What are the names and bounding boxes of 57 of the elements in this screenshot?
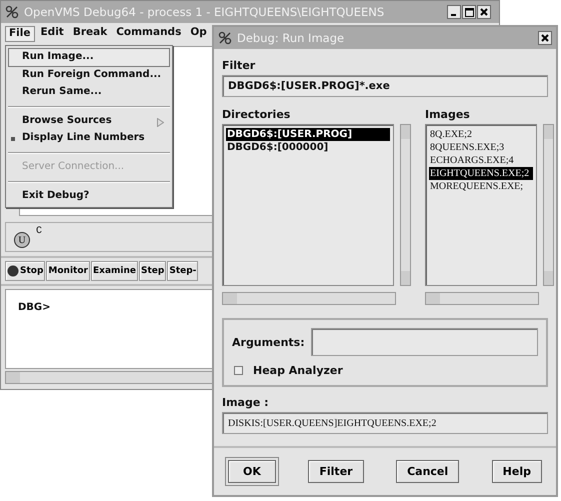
console-prompt: DBG> — [18, 302, 51, 313]
images-label: Images — [425, 108, 471, 121]
image-item[interactable]: 8Q.EXE;2 — [429, 128, 533, 141]
submenu-arrow-icon — [157, 118, 164, 127]
image-label: Image : — [222, 396, 270, 409]
close-button[interactable] — [477, 5, 491, 19]
dialog-button[interactable]: Help — [492, 460, 542, 483]
close-button[interactable] — [538, 31, 552, 45]
arguments-label: Arguments: — [232, 336, 305, 348]
image-item[interactable]: 8QUEENS.EXE;3 — [429, 141, 533, 154]
dialog-button[interactable]: Filter — [308, 460, 364, 483]
stop-icon — [7, 265, 19, 277]
dialog-title: Debug: Run Image — [237, 31, 346, 45]
directory-item[interactable]: DBGD6$:[000000] — [226, 141, 390, 154]
toolbar-button[interactable]: Monitor — [46, 261, 90, 281]
menu-entry[interactable]: Rerun Same... — [6, 84, 172, 101]
heap-analyzer-checkbox[interactable] — [234, 366, 243, 375]
menu-item[interactable]: File — [5, 26, 34, 42]
filter-field[interactable]: DBGD6$:[USER.PROG]*.exe — [222, 75, 548, 97]
image-field[interactable]: DISKIS:[USER.QUEENS]EIGHTQUEENS.EXE;2 — [222, 412, 548, 434]
minimize-button[interactable] — [447, 5, 461, 19]
menu-entry[interactable]: Run Foreign Command... — [6, 67, 172, 84]
maximize-button[interactable] — [462, 5, 476, 19]
maximize-icon — [464, 8, 474, 16]
close-icon — [480, 8, 488, 16]
dialog-button[interactable]: OK — [228, 460, 276, 483]
menu-entry[interactable]: Run Image... — [8, 48, 170, 67]
vertical-scrollbar[interactable] — [400, 124, 411, 286]
menu-entry[interactable]: Browse Sources — [6, 113, 172, 130]
dialog-button[interactable]: Cancel — [396, 460, 460, 483]
menu-item[interactable]: Break — [70, 26, 110, 42]
menu-item[interactable]: Op — [187, 26, 210, 42]
horizontal-scrollbar[interactable] — [222, 292, 396, 305]
arguments-field[interactable] — [310, 328, 538, 356]
toolbar-button[interactable]: Stop — [5, 261, 46, 281]
directory-item[interactable]: DBGD6$:[USER.PROG] — [226, 128, 390, 141]
close-icon — [541, 34, 549, 42]
window-title: OpenVMS Debug64 - process 1 - EIGHTQUEENS\EIGHTQUEENS — [24, 5, 386, 19]
horizontal-scrollbar[interactable] — [425, 292, 539, 305]
directories-label: Directories — [222, 108, 292, 121]
menu-item[interactable]: Commands — [113, 26, 184, 42]
heap-analyzer-label: Heap Analyzer — [253, 364, 343, 377]
menu-entry[interactable]: Exit Debug? — [6, 188, 172, 205]
app-logo-icon — [5, 5, 19, 19]
vertical-scrollbar[interactable] — [543, 124, 554, 286]
filter-label: Filter — [222, 59, 256, 72]
menu-item[interactable]: Edit — [38, 26, 67, 42]
image-item[interactable]: EIGHTQUEENS.EXE;2 — [429, 167, 533, 180]
status-text: C — [36, 226, 42, 237]
image-item[interactable]: ECHOARGS.EXE;4 — [429, 154, 533, 167]
mode-badge: U — [14, 232, 30, 248]
toolbar-button[interactable]: Step- — [167, 261, 198, 281]
app-logo-icon — [218, 31, 232, 45]
toolbar-button[interactable]: Step — [139, 261, 166, 281]
menu-entry[interactable]: Display Line Numbers — [6, 130, 172, 147]
toolbar-button[interactable]: Examine — [90, 261, 138, 281]
image-item[interactable]: MOREQUEENS.EXE; — [429, 180, 533, 193]
